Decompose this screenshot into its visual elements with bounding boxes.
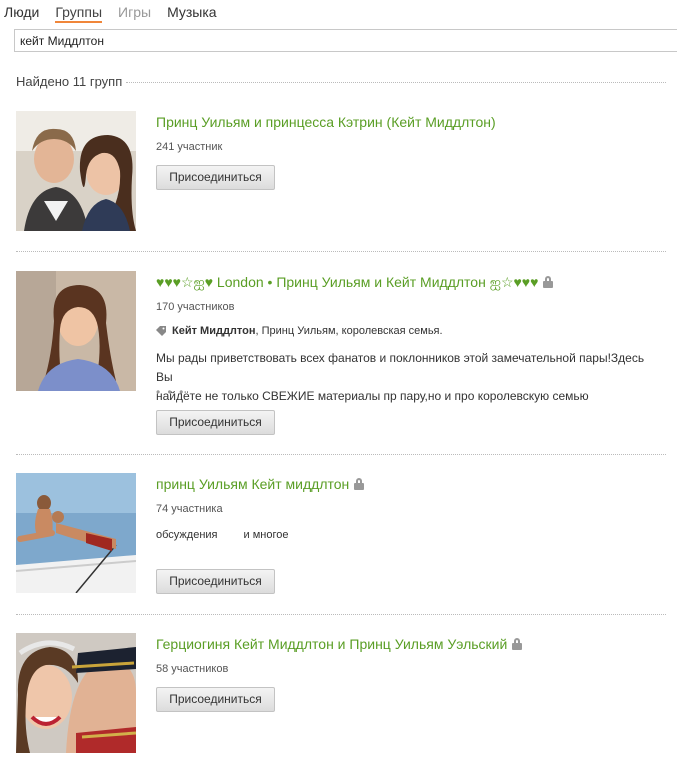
extra-item: обсуждения bbox=[156, 529, 218, 541]
group-members: 58 участников bbox=[156, 663, 229, 675]
join-button[interactable]: Присоединиться bbox=[156, 410, 275, 435]
group-card: Герциогиня Кейт Миддлтон и Принц Уильям … bbox=[16, 633, 666, 755]
description-line: найдёте не только СВЕЖИЕ материалы пр па… bbox=[156, 389, 589, 403]
group-card: ♥♥♥☆ஐ♥ London • Принц Уильям и Кейт Мидд… bbox=[16, 271, 666, 441]
tag-icon bbox=[156, 326, 166, 336]
join-button[interactable]: Присоединиться bbox=[156, 687, 275, 712]
group-card: Принц Уильям и принцесса Кэтрин (Кейт Ми… bbox=[16, 111, 666, 233]
tab-games[interactable]: Игры bbox=[118, 4, 151, 20]
group-extra: обсуждения и многое bbox=[156, 529, 314, 541]
join-button[interactable]: Присоединиться bbox=[156, 569, 275, 594]
divider bbox=[16, 251, 666, 252]
tab-people[interactable]: Люди bbox=[4, 4, 39, 20]
group-tags: Кейт Миддлтон, Принц Уильям, королевская… bbox=[156, 325, 443, 337]
lock-icon bbox=[543, 276, 554, 288]
group-members: 170 участников bbox=[156, 301, 235, 313]
lock-icon bbox=[354, 478, 365, 490]
group-avatar[interactable] bbox=[16, 111, 136, 231]
group-title-text: Герциогиня Кейт Миддлтон и Принц Уильям … bbox=[156, 636, 508, 652]
group-title-text: ♥♥♥☆ஐ♥ London • Принц Уильям и Кейт Мидд… bbox=[156, 274, 539, 290]
group-description: Мы рады приветствовать всех фанатов и по… bbox=[156, 349, 656, 406]
description-line: Мы рады приветствовать всех фанатов и по… bbox=[156, 351, 645, 384]
results-count-label: Найдено 11 групп bbox=[16, 74, 123, 89]
group-avatar[interactable] bbox=[16, 633, 136, 753]
group-title[interactable]: Принц Уильям и принцесса Кэтрин (Кейт Ми… bbox=[156, 113, 496, 131]
group-title[interactable]: принц Уильям Кейт миддлтон bbox=[156, 475, 365, 493]
group-title-text: принц Уильям Кейт миддлтон bbox=[156, 476, 350, 492]
more-dots[interactable]: • • • bbox=[156, 386, 185, 398]
group-avatar[interactable] bbox=[16, 473, 136, 593]
search-input[interactable] bbox=[14, 29, 677, 52]
group-avatar[interactable] bbox=[16, 271, 136, 391]
lock-icon bbox=[512, 638, 523, 650]
section-tabs: Люди Группы Игры Музыка bbox=[0, 4, 233, 24]
group-members: 74 участника bbox=[156, 503, 223, 515]
tag-rest: , Принц Уильям, королевская семья. bbox=[255, 325, 443, 337]
extra-item: и многое bbox=[243, 529, 289, 541]
divider bbox=[16, 614, 666, 615]
divider bbox=[16, 454, 666, 455]
tab-groups[interactable]: Группы bbox=[55, 4, 103, 23]
group-card: принц Уильям Кейт миддлтон 74 участника … bbox=[16, 473, 666, 595]
results-count: Найдено 11 групп bbox=[16, 74, 666, 89]
group-title[interactable]: Герциогиня Кейт Миддлтон и Принц Уильям … bbox=[156, 635, 523, 653]
tab-music[interactable]: Музыка bbox=[167, 4, 217, 20]
group-title[interactable]: ♥♥♥☆ஐ♥ London • Принц Уильям и Кейт Мидд… bbox=[156, 273, 554, 291]
group-members: 241 участник bbox=[156, 141, 223, 153]
tag-bold: Кейт Миддлтон bbox=[172, 325, 256, 337]
divider bbox=[126, 82, 666, 83]
join-button[interactable]: Присоединиться bbox=[156, 165, 275, 190]
